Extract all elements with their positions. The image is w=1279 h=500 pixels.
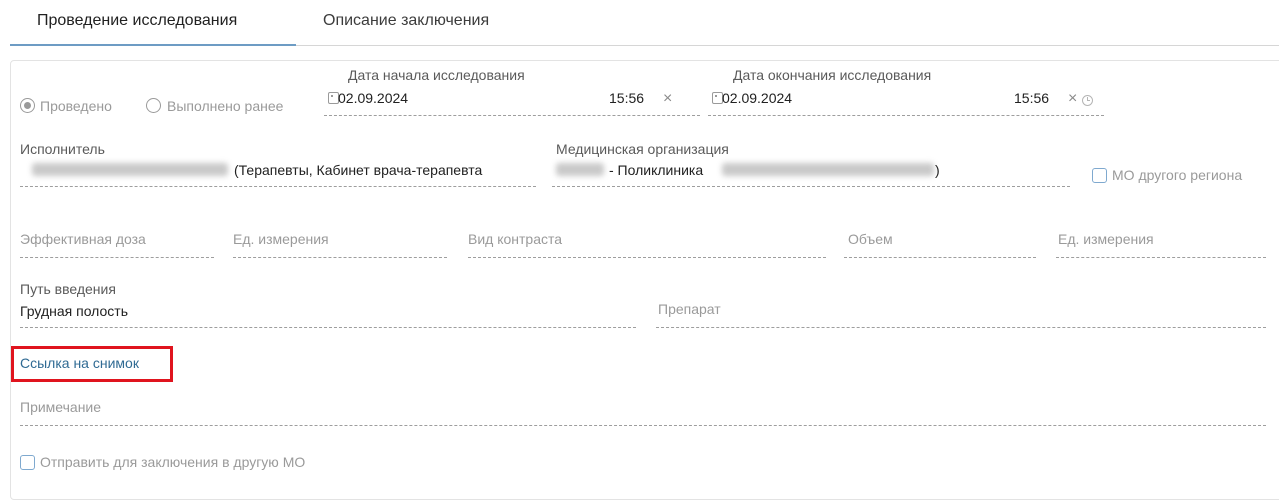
- executor-label: Исполнитель: [20, 141, 105, 157]
- effective-dose-underline: [20, 257, 214, 258]
- image-link[interactable]: Ссылка на снимок: [20, 355, 139, 371]
- route-underline: [20, 327, 636, 328]
- route-label: Путь введения: [20, 281, 116, 297]
- organization-suffix: ): [935, 162, 940, 178]
- end-date-value[interactable]: 02.09.2024: [722, 90, 792, 106]
- route-value[interactable]: Грудная полость: [20, 303, 128, 319]
- executor-value[interactable]: (Терапевты, Кабинет врача-терапевта: [234, 162, 482, 178]
- tab-conducting[interactable]: Проведение исследования: [37, 12, 237, 30]
- organization-value[interactable]: - Поликлиника: [609, 162, 703, 178]
- unit-underline-1: [233, 257, 447, 258]
- study-form-card: [10, 60, 1279, 500]
- start-date-label: Дата начала исследования: [348, 67, 525, 83]
- send-other-mo-label: Отправить для заключения в другую МО: [40, 454, 306, 470]
- end-date-underline: [708, 115, 1104, 116]
- start-date-value[interactable]: 02.09.2024: [338, 90, 408, 106]
- end-time-value[interactable]: 15:56: [1014, 90, 1049, 106]
- start-time-value[interactable]: 15:56: [609, 90, 644, 106]
- note-underline: [20, 425, 1266, 426]
- clear-icon[interactable]: ×: [1068, 91, 1077, 107]
- drug-field[interactable]: Препарат: [658, 301, 721, 317]
- organization-code-redacted: [556, 163, 604, 176]
- unit-field-1[interactable]: Ед. измерения: [233, 231, 329, 247]
- effective-dose-field[interactable]: Эффективная доза: [20, 231, 146, 247]
- radio-done[interactable]: [20, 98, 35, 113]
- other-region-checkbox[interactable]: [1092, 168, 1107, 183]
- radio-earlier[interactable]: [146, 98, 161, 113]
- unit-underline-2: [1056, 257, 1266, 258]
- executor-underline: [20, 186, 536, 187]
- tab-conclusion-description[interactable]: Описание заключения: [323, 12, 489, 30]
- note-field[interactable]: Примечание: [20, 399, 101, 415]
- clear-icon[interactable]: ×: [663, 91, 672, 107]
- end-date-label: Дата окончания исследования: [733, 67, 932, 83]
- start-date-underline: [324, 115, 700, 116]
- contrast-type-field[interactable]: Вид контраста: [468, 231, 562, 247]
- executor-name-redacted: [32, 163, 228, 176]
- radio-done-label: Проведено: [40, 98, 112, 114]
- organization-label: Медицинская организация: [556, 141, 729, 157]
- volume-underline: [844, 257, 1036, 258]
- contrast-type-underline: [468, 257, 826, 258]
- unit-field-2[interactable]: Ед. измерения: [1058, 231, 1154, 247]
- organization-name-redacted: [722, 163, 934, 176]
- volume-field[interactable]: Объем: [848, 231, 893, 247]
- send-other-mo-checkbox[interactable]: [20, 455, 35, 470]
- organization-underline: [552, 186, 1070, 187]
- radio-earlier-label: Выполнено ранее: [167, 98, 284, 114]
- drug-underline: [656, 327, 1266, 328]
- active-tab-indicator: [10, 44, 296, 46]
- clock-icon[interactable]: [1082, 95, 1093, 106]
- other-region-label: МО другого региона: [1112, 167, 1243, 183]
